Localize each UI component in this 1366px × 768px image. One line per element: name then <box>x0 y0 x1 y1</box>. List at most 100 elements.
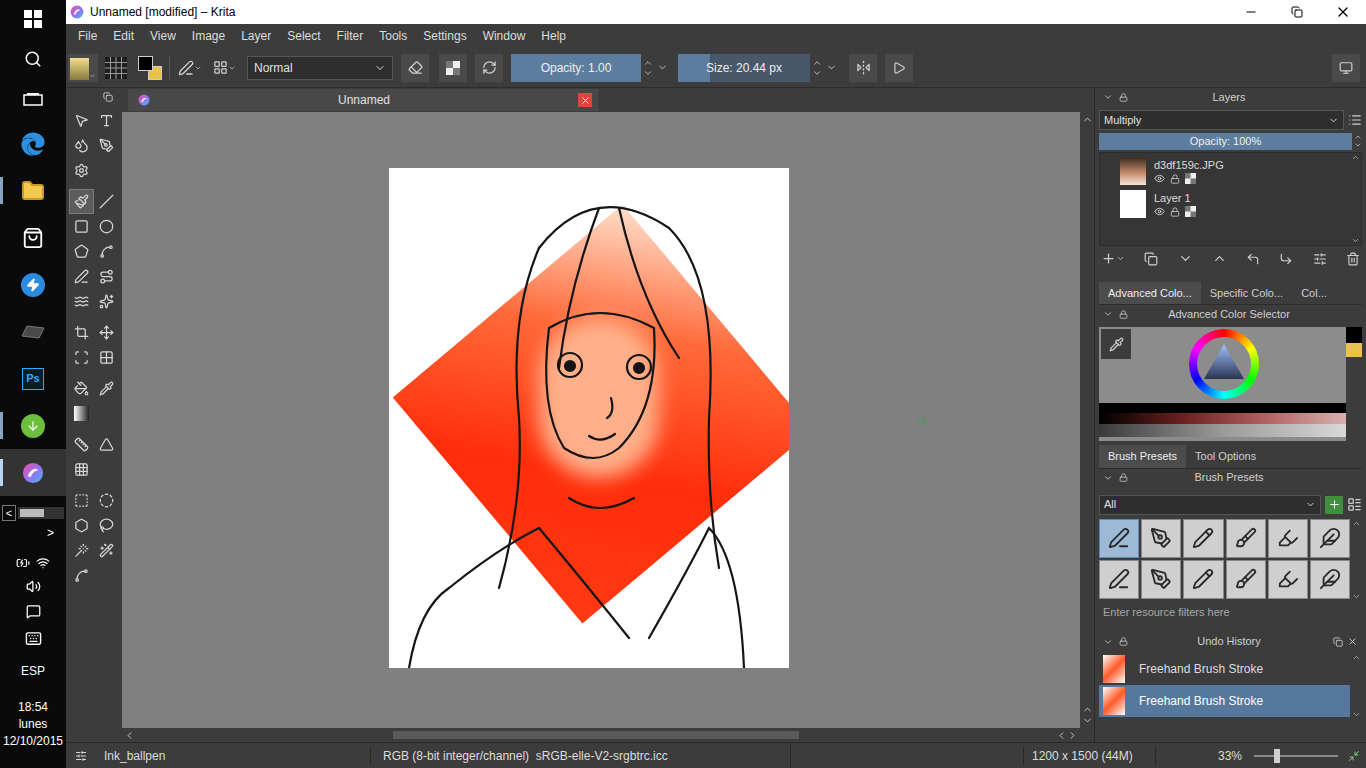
menu-item[interactable]: Edit <box>105 27 142 45</box>
taskbar-app[interactable] <box>0 167 66 214</box>
vertical-scrollbar[interactable] <box>1080 112 1094 728</box>
tool-button[interactable] <box>94 264 119 289</box>
menu-item[interactable]: Settings <box>415 27 474 45</box>
dock-tab[interactable]: Brush Presets <box>1099 445 1186 468</box>
brush-preset[interactable] <box>1226 519 1266 558</box>
brush-preset[interactable] <box>1310 519 1350 558</box>
tool-button[interactable] <box>94 538 119 563</box>
shade-bar[interactable] <box>1099 424 1346 437</box>
outdent-icon[interactable] <box>1246 252 1260 266</box>
tool-button[interactable] <box>94 133 119 158</box>
tool-button[interactable] <box>69 214 94 239</box>
taskbar-app[interactable] <box>0 214 66 261</box>
shade-bar[interactable] <box>1099 403 1346 413</box>
tool-button[interactable] <box>69 189 94 214</box>
language-indicator[interactable]: ESP <box>21 652 45 690</box>
workspace-button[interactable] <box>1332 54 1360 82</box>
document-tab[interactable]: Unnamed <box>128 89 598 111</box>
restore-button[interactable] <box>1274 0 1320 24</box>
close-button[interactable] <box>1320 0 1366 24</box>
gradient-swatch[interactable] <box>68 54 98 82</box>
indent-icon[interactable] <box>1279 252 1293 266</box>
hue-ring[interactable] <box>1189 329 1259 399</box>
list-scrollbar[interactable] <box>1349 153 1361 245</box>
add-preset-button[interactable] <box>1325 496 1343 514</box>
tool-button[interactable] <box>69 345 94 370</box>
layer-row[interactable]: d3df159c.JPG <box>1100 155 1349 188</box>
properties-icon[interactable] <box>1313 252 1327 266</box>
taskbar-app[interactable] <box>0 261 66 308</box>
tool-button[interactable] <box>94 214 119 239</box>
menu-item[interactable]: Select <box>279 27 328 45</box>
add-layer-icon[interactable] <box>1101 251 1116 266</box>
brush-preset[interactable] <box>1268 519 1308 558</box>
taskbar-scroll-track[interactable] <box>18 507 64 519</box>
tool-button[interactable] <box>69 538 94 563</box>
tool-button[interactable] <box>94 239 119 264</box>
visible-icon[interactable] <box>1154 206 1165 217</box>
brush-preset[interactable] <box>1141 519 1181 558</box>
tool-button[interactable] <box>69 158 94 183</box>
clock[interactable]: 18:54lunes12/10/2015 <box>3 699 63 750</box>
move-down-icon[interactable] <box>1178 251 1193 266</box>
brush-preset-button[interactable] <box>175 54 205 82</box>
lock-icon[interactable] <box>1119 310 1128 319</box>
tool-button[interactable] <box>69 401 94 426</box>
layer-name[interactable]: d3df159c.JPG <box>1154 158 1224 172</box>
increase-icon[interactable] <box>643 58 653 68</box>
tool-button[interactable] <box>94 376 119 401</box>
dropdown-icon[interactable] <box>826 62 837 73</box>
tool-button[interactable] <box>94 108 119 133</box>
tool-button[interactable] <box>69 320 94 345</box>
close-tab-button[interactable] <box>578 93 592 107</box>
layer-row[interactable]: Layer 1 <box>1100 188 1349 221</box>
dock-tab[interactable]: Specific Colo... <box>1201 282 1292 305</box>
scroll-right-button[interactable]: > <box>47 527 54 539</box>
view-mode-icon[interactable] <box>1347 497 1362 512</box>
alpha-lock-icon[interactable] <box>1185 173 1196 184</box>
menu-item[interactable]: Image <box>184 27 233 45</box>
mirror-horizontal-button[interactable] <box>849 54 877 82</box>
preserve-alpha-button[interactable] <box>439 54 467 82</box>
menu-item[interactable]: Tools <box>371 27 415 45</box>
scroll-left-button[interactable]: < <box>2 505 16 521</box>
resource-filter-field[interactable]: Enter resource filters here <box>1099 603 1362 623</box>
tool-button[interactable] <box>69 513 94 538</box>
shade-bar[interactable] <box>1099 413 1346 424</box>
tool-button[interactable] <box>69 108 94 133</box>
tool-button[interactable] <box>69 457 94 482</box>
brush-preset[interactable] <box>1226 560 1266 599</box>
opacity-slider[interactable]: Opacity: 1.00 <box>511 54 641 82</box>
foreground-color-patch[interactable] <box>1346 327 1362 343</box>
tool-button[interactable] <box>94 432 119 457</box>
brush-preset[interactable] <box>1099 560 1139 599</box>
tool-button[interactable] <box>69 488 94 513</box>
taskbar-app[interactable] <box>0 38 66 80</box>
size-slider[interactable]: Size: 20.44 px <box>678 54 810 82</box>
brush-preset[interactable] <box>1141 560 1181 599</box>
list-scrollbar[interactable] <box>1350 653 1362 719</box>
close-docker-icon[interactable] <box>1347 636 1358 647</box>
collapse-icon[interactable] <box>1103 309 1113 319</box>
tool-button[interactable] <box>69 376 94 401</box>
list-scrollbar[interactable] <box>1350 519 1362 601</box>
taskbar-app[interactable] <box>0 449 66 496</box>
fit-icon[interactable] <box>1348 750 1360 762</box>
menu-item[interactable]: Filter <box>329 27 372 45</box>
document-canvas[interactable] <box>389 168 789 668</box>
preset-filter-select[interactable]: All <box>1099 495 1321 515</box>
tool-button[interactable] <box>94 289 119 314</box>
dock-tab[interactable]: Col... <box>1292 282 1336 305</box>
dropdown-icon[interactable] <box>657 62 668 73</box>
volume-icon[interactable] <box>26 579 41 594</box>
brush-preset[interactable] <box>1268 560 1308 599</box>
notifications-icon[interactable] <box>26 604 41 619</box>
delete-layer-icon[interactable] <box>1346 252 1360 266</box>
eraser-mode-button[interactable] <box>401 54 429 82</box>
foreground-color[interactable] <box>138 56 153 71</box>
layer-options-icon[interactable] <box>1348 113 1362 127</box>
brush-editor-button[interactable] <box>209 54 239 82</box>
decrease-icon[interactable] <box>812 68 822 78</box>
lock-icon[interactable] <box>1119 637 1128 646</box>
tool-button[interactable] <box>69 133 94 158</box>
